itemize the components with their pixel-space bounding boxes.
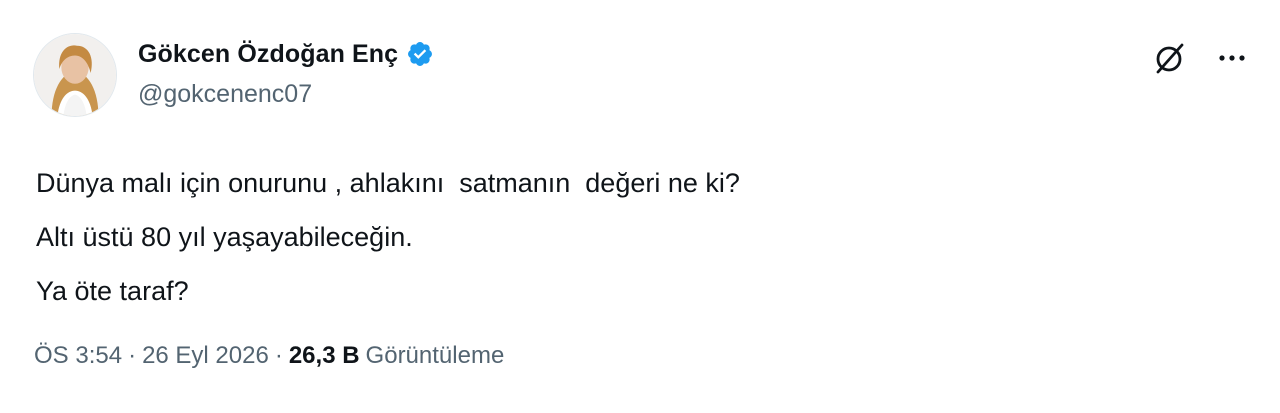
more-options-icon[interactable] (1212, 38, 1252, 78)
avatar[interactable] (33, 33, 117, 117)
author-display-name[interactable]: Gökcen Özdoğan Enç (138, 40, 398, 69)
verified-badge-icon (406, 40, 434, 68)
author-name-row: Gökcen Özdoğan Enç (138, 36, 434, 72)
tweet-date[interactable]: 26 Eyl 2026 (142, 342, 269, 370)
tweet-card: Gökcen Özdoğan Enç @gokcenenc07 Dünya ma… (0, 0, 1280, 413)
grok-icon[interactable] (1150, 38, 1190, 78)
tweet-text-line: Dünya malı için onurunu , ahlakını satma… (36, 168, 740, 198)
tweet-text-line: Altı üstü 80 yıl yaşayabileceğin. (36, 222, 413, 252)
meta-separator: · (128, 342, 137, 369)
views-label: Görüntüleme (365, 342, 505, 369)
tweet-text-line: Ya öte taraf? (36, 276, 189, 306)
views-count: 26,3 B (288, 342, 360, 369)
tweet-top-actions (1150, 38, 1252, 78)
avatar-image (34, 34, 116, 116)
meta-separator: · (274, 342, 283, 369)
tweet-text: Dünya malı için onurunu , ahlakını satma… (36, 156, 740, 318)
tweet-meta: ÖS 3:54 · 26 Eyl 2026 · 26,3 B Görüntüle… (34, 342, 504, 370)
author-handle[interactable]: @gokcenenc07 (138, 80, 312, 109)
tweet-time[interactable]: ÖS 3:54 (34, 342, 122, 370)
